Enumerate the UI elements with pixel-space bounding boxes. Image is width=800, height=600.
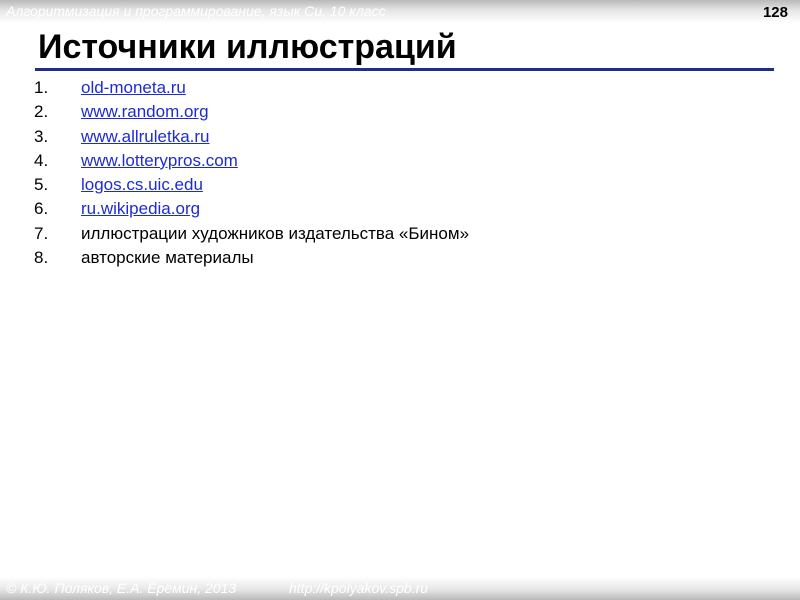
item-number: 6. xyxy=(34,199,49,219)
source-link[interactable]: old-moneta.ru xyxy=(81,78,186,97)
list-item: 6. ru.wikipedia.org xyxy=(34,197,469,221)
source-link[interactable]: logos.cs.uic.edu xyxy=(81,175,203,194)
list-item: 2. www.random.org xyxy=(34,100,469,124)
source-link[interactable]: www.random.org xyxy=(81,102,209,121)
title-underline xyxy=(35,68,774,71)
item-number: 5. xyxy=(34,175,49,195)
list-item: 7. иллюстрации художников издательства «Б… xyxy=(34,222,469,246)
footer-bar: © К.Ю. Поляков, Е.А. Ерёмин, 2013 http:/… xyxy=(0,577,800,600)
course-subtitle: Алгоритмизация и программирование, язык … xyxy=(6,3,386,19)
footer-url-link[interactable]: http://kpolyakov.spb.ru xyxy=(289,580,428,596)
source-text: авторские материалы xyxy=(81,248,254,268)
source-link[interactable]: www.allruletka.ru xyxy=(81,127,210,146)
header-bar: Алгоритмизация и программирование, язык … xyxy=(0,0,800,23)
item-number: 1. xyxy=(34,78,49,97)
item-number: 3. xyxy=(34,126,49,146)
page-number: 128 xyxy=(762,4,788,21)
footer-copyright: © К.Ю. Поляков, Е.А. Ерёмин, 2013 xyxy=(6,580,237,596)
sources-list: 1. old-moneta.ru 2. www.random.org 3. www.a… xyxy=(34,76,469,270)
list-item: 4. www.lotterypros.com xyxy=(34,149,469,173)
list-item: 1. old-moneta.ru xyxy=(34,76,469,100)
list-item: 5. logos.cs.uic.edu xyxy=(34,173,469,197)
slide-title: Источники иллюстраций xyxy=(38,28,457,66)
source-link[interactable]: ru.wikipedia.org xyxy=(81,199,200,218)
item-number: 8. xyxy=(34,248,49,268)
item-number: 2. xyxy=(34,102,49,122)
list-item: 3. www.allruletka.ru xyxy=(34,125,469,149)
list-item: 8. авторские материалы xyxy=(34,246,469,270)
item-number: 4. xyxy=(34,150,49,170)
source-text: иллюстрации художников издательства «Бин… xyxy=(81,223,470,243)
item-number: 7. xyxy=(34,223,49,243)
source-link[interactable]: www.lotterypros.com xyxy=(81,151,238,170)
